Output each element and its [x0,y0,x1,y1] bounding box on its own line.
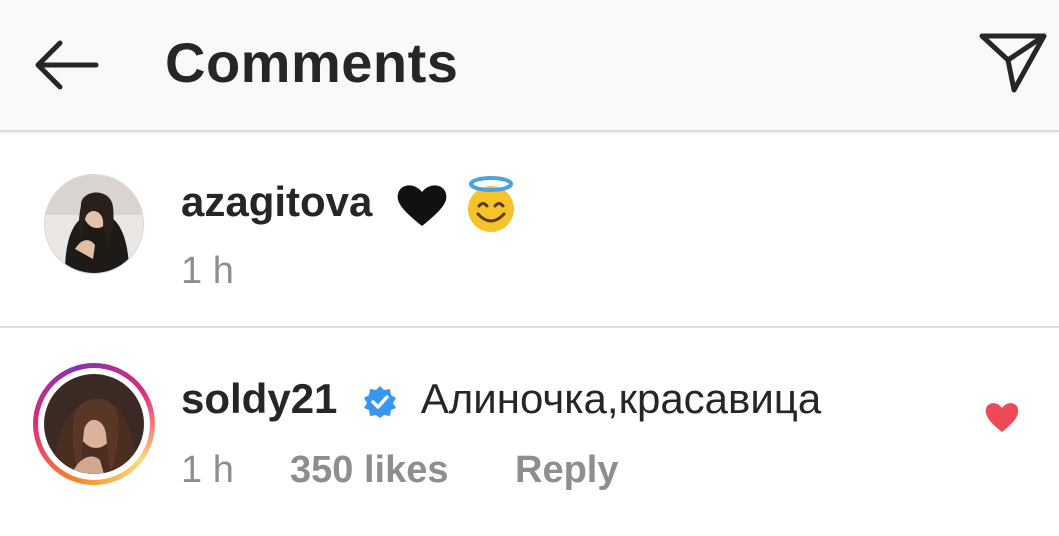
arrow-left-icon[interactable] [30,35,102,95]
avatar[interactable] [44,174,144,274]
page-title: Comments [165,31,459,94]
caption-username[interactable]: azagitova [181,178,372,225]
top-bar: Comments [0,0,1059,132]
avatar-photo [45,175,143,273]
comment-text: soldy21 Алиночка,красавица [181,378,821,420]
smiling-face-with-halo-emoji [467,176,514,232]
comment-likes-count[interactable]: 350 likes [290,451,448,489]
black-heart-emoji [397,185,447,226]
avatar[interactable] [44,374,144,474]
story-ring[interactable] [33,363,155,485]
avatar-photo [44,374,144,474]
comment-timestamp: 1 h [181,449,234,491]
paper-plane-icon[interactable] [978,30,1048,96]
caption-text: azagitova [181,176,520,234]
comment-username[interactable]: soldy21 [181,375,337,422]
comment-body: Алиночка,красавица [420,375,822,422]
reply-button[interactable]: Reply [515,451,618,489]
divider [0,326,1059,328]
caption-timestamp: 1 h [181,250,234,292]
verified-badge-icon [364,385,397,418]
caption-row [0,132,1059,326]
heart-filled-icon[interactable] [984,400,1020,434]
